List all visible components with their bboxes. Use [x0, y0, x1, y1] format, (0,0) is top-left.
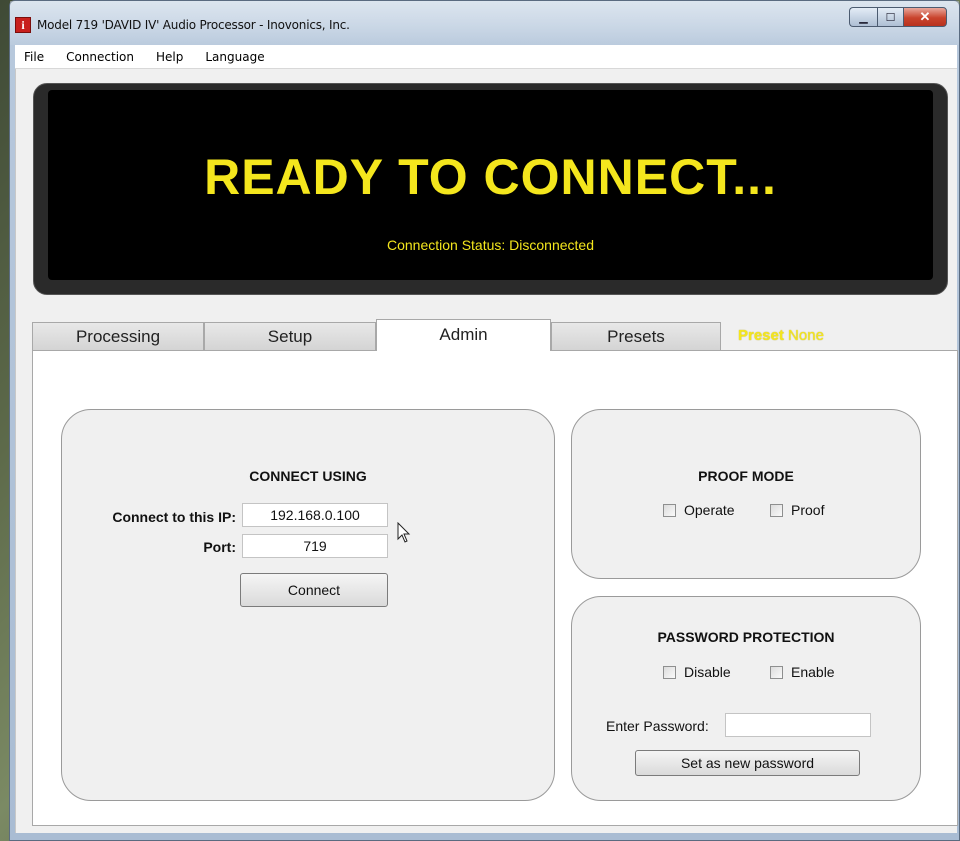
proof-checkbox[interactable]: Proof: [770, 502, 824, 518]
window-controls: ▁ ☐ ✕: [849, 7, 947, 27]
app-icon: i: [15, 17, 31, 33]
connect-group: CONNECT USING Connect to this IP: 192.16…: [61, 409, 555, 801]
operate-checkbox[interactable]: Operate: [663, 502, 735, 518]
close-icon: ✕: [919, 9, 931, 24]
password-group: PASSWORD PROTECTION Disable Enable Enter…: [571, 596, 921, 801]
password-title: PASSWORD PROTECTION: [657, 629, 835, 645]
minimize-icon: ▁: [859, 11, 868, 24]
tab-processing[interactable]: Processing: [32, 322, 204, 350]
port-input[interactable]: 719: [242, 534, 388, 558]
disable-label: Disable: [684, 664, 731, 680]
menu-help[interactable]: Help: [145, 50, 194, 64]
title-bar[interactable]: i Model 719 'DAVID IV' Audio Processor -…: [10, 1, 959, 45]
tab-strip: Processing Setup Admin Presets Preset No…: [32, 319, 958, 351]
display-headline: READY TO CONNECT...: [204, 149, 777, 205]
set-password-button[interactable]: Set as new password: [635, 750, 860, 776]
enable-checkbox[interactable]: Enable: [770, 664, 835, 680]
client-area: READY TO CONNECT... Connection Status: D…: [15, 69, 958, 833]
menu-connection[interactable]: Connection: [55, 50, 145, 64]
checkbox-icon: [663, 665, 676, 679]
ip-input[interactable]: 192.168.0.100: [242, 503, 388, 527]
port-label: Port:: [203, 539, 236, 555]
maximize-button[interactable]: ☐: [877, 7, 903, 27]
menu-file[interactable]: File: [15, 50, 55, 64]
proof-mode-group: PROOF MODE Operate Proof: [571, 409, 921, 579]
mouse-cursor-icon: [397, 522, 411, 543]
password-input[interactable]: [725, 713, 871, 737]
checkbox-icon: [770, 503, 783, 517]
proof-label: Proof: [791, 502, 825, 518]
admin-panel: CONNECT USING Connect to this IP: 192.16…: [32, 350, 958, 826]
enter-password-label: Enter Password:: [606, 718, 709, 734]
enable-label: Enable: [791, 664, 835, 680]
menu-bar: File Connection Help Language: [15, 45, 957, 69]
status-display: READY TO CONNECT... Connection Status: D…: [33, 83, 948, 295]
connect-button[interactable]: Connect: [240, 573, 388, 607]
menu-language[interactable]: Language: [194, 50, 275, 64]
minimize-button[interactable]: ▁: [849, 7, 877, 27]
display-screen: READY TO CONNECT... Connection Status: D…: [48, 90, 933, 280]
proof-mode-title: PROOF MODE: [698, 468, 794, 484]
tab-setup[interactable]: Setup: [204, 322, 376, 350]
connection-status: Connection Status: Disconnected: [386, 237, 594, 253]
preset-value: None: [788, 327, 824, 344]
preset-label: Preset: [738, 327, 784, 344]
window-title: Model 719 'DAVID IV' Audio Processor - I…: [37, 18, 350, 32]
connect-title: CONNECT USING: [249, 468, 367, 484]
maximize-icon: ☐: [885, 11, 896, 24]
checkbox-icon: [663, 503, 676, 517]
close-button[interactable]: ✕: [903, 7, 947, 27]
tab-admin[interactable]: Admin: [376, 319, 551, 351]
operate-label: Operate: [684, 502, 735, 518]
tab-presets[interactable]: Presets: [551, 322, 721, 350]
ip-label: Connect to this IP:: [112, 509, 236, 525]
preset-indicator: Preset None: [738, 327, 824, 344]
disable-checkbox[interactable]: Disable: [663, 664, 731, 680]
checkbox-icon: [770, 665, 783, 679]
